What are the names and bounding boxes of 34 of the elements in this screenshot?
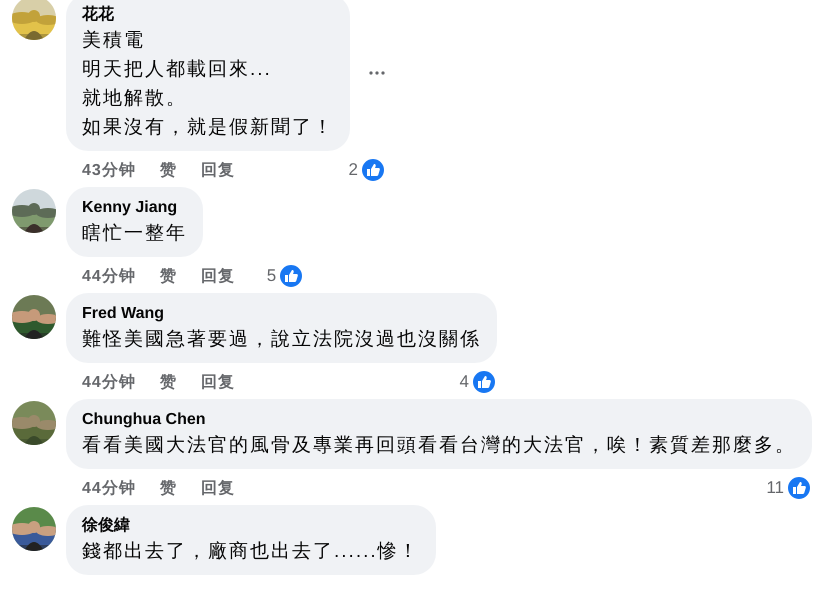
thumbs-up-icon (786, 475, 812, 501)
timestamp[interactable]: 44分钟 (82, 372, 136, 392)
thumbs-up-icon (360, 157, 386, 183)
reply-button[interactable]: 回复 (200, 266, 235, 286)
author-name[interactable]: Chunghua Chen (82, 409, 796, 431)
comment-text: 難怪美國急著要過，說立法院沒過也沒關係 (82, 328, 481, 352)
author-name[interactable]: 徐俊緯 (82, 515, 420, 537)
reaction-count[interactable]: 5 (266, 266, 276, 286)
like-button[interactable]: 赞 (160, 160, 177, 180)
reaction-count[interactable]: 4 (460, 372, 469, 392)
comment-text: 明天把人都載回來... (82, 58, 273, 82)
comment-text: 瞎忙一整年 (82, 222, 187, 246)
timestamp[interactable]: 44分钟 (82, 478, 136, 498)
comment-text: 就地解散。 (82, 87, 188, 111)
thumbs-up-icon (278, 263, 304, 289)
like-button[interactable]: 赞 (160, 478, 177, 498)
more-icon[interactable] (368, 70, 386, 76)
comment-text: 美積電 (82, 28, 146, 53)
like-button[interactable]: 赞 (160, 266, 177, 286)
comment-text: 錢都出去了，廠商也出去了......慘！ (82, 540, 420, 564)
author-name[interactable]: Fred Wang (82, 303, 481, 325)
like-button[interactable]: 赞 (160, 372, 177, 392)
timestamp[interactable]: 43分钟 (82, 160, 136, 180)
author-name[interactable]: 花花 (82, 4, 334, 26)
comment-text: 看看美國大法官的風骨及專業再回頭看看台灣的大法官，唉！素質差那麼多。 (82, 434, 796, 458)
reply-button[interactable]: 回复 (200, 478, 235, 498)
reaction-count[interactable]: 11 (766, 478, 784, 498)
reply-button[interactable]: 回复 (200, 372, 235, 392)
comment-text: 如果沒有，就是假新聞了！ (82, 116, 334, 140)
thumbs-up-icon (471, 369, 497, 395)
reaction-count[interactable]: 2 (348, 160, 358, 180)
timestamp[interactable]: 44分钟 (82, 266, 136, 286)
author-name[interactable]: Kenny Jiang (82, 197, 187, 219)
reply-button[interactable]: 回复 (200, 160, 235, 180)
